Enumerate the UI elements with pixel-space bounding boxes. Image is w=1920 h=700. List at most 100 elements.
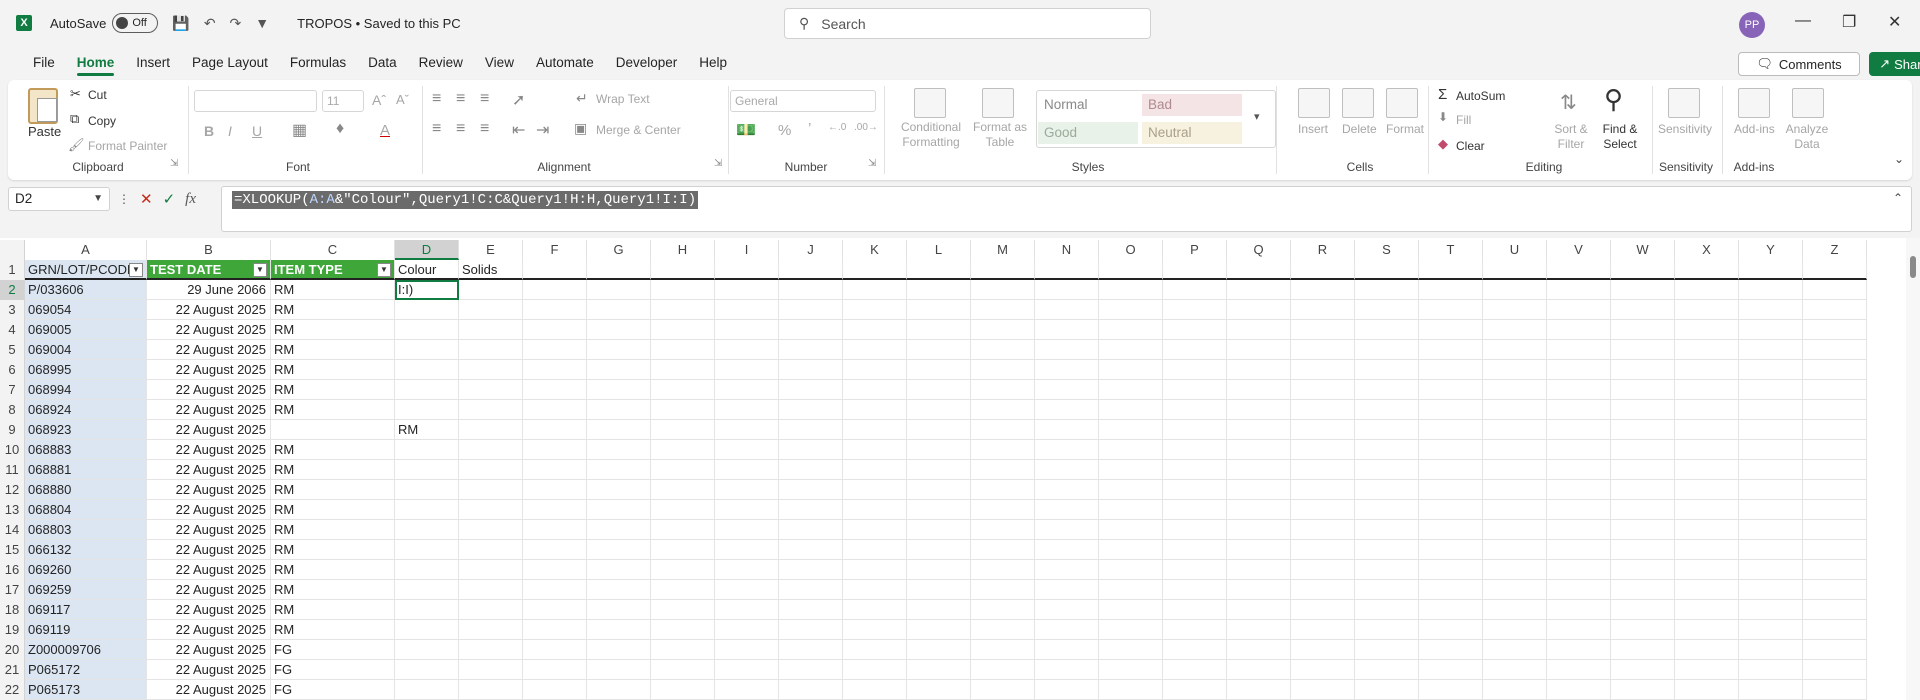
cell-a12[interactable]: 068880	[25, 480, 147, 500]
cell-v22[interactable]	[1547, 680, 1611, 700]
orientation-icon[interactable]: ➚	[512, 90, 525, 110]
cell-w9[interactable]	[1611, 420, 1675, 440]
expand-formula-icon[interactable]: ⌃	[1893, 191, 1903, 205]
cell-a15[interactable]: 066132	[25, 540, 147, 560]
merge-center-icon[interactable]: ▣	[574, 120, 587, 137]
cell-y11[interactable]	[1739, 460, 1803, 480]
cell-j14[interactable]	[779, 520, 843, 540]
cell-f13[interactable]	[523, 500, 587, 520]
cell-f11[interactable]	[523, 460, 587, 480]
cell-a7[interactable]: 068994	[25, 380, 147, 400]
cell-c4[interactable]: RM	[271, 320, 395, 340]
cell-m4[interactable]	[971, 320, 1035, 340]
cell-n5[interactable]	[1035, 340, 1099, 360]
cell-d17[interactable]	[395, 580, 459, 600]
enter-icon[interactable]: ✓	[163, 190, 176, 208]
cell-w17[interactable]	[1611, 580, 1675, 600]
cell-s21[interactable]	[1355, 660, 1419, 680]
cell-v10[interactable]	[1547, 440, 1611, 460]
format-painter-button[interactable]: Format Painter	[88, 139, 167, 153]
row-number[interactable]: 5	[0, 340, 25, 360]
cell-e3[interactable]	[459, 300, 523, 320]
cell-s19[interactable]	[1355, 620, 1419, 640]
cell-e5[interactable]	[459, 340, 523, 360]
column-header-z[interactable]: Z	[1803, 240, 1867, 260]
tab-view[interactable]: View	[474, 48, 525, 78]
number-launcher-icon[interactable]: ⇲	[868, 158, 876, 169]
cell-k22[interactable]	[843, 680, 907, 700]
cell-p15[interactable]	[1163, 540, 1227, 560]
cell-r6[interactable]	[1291, 360, 1355, 380]
cell-e11[interactable]	[459, 460, 523, 480]
cell-v21[interactable]	[1547, 660, 1611, 680]
cell-b1[interactable]: TEST DATE ▼	[147, 260, 271, 280]
cell-r12[interactable]	[1291, 480, 1355, 500]
search-input[interactable]: ⚲ Search	[784, 8, 1151, 39]
cell-u4[interactable]	[1483, 320, 1547, 340]
cell-v15[interactable]	[1547, 540, 1611, 560]
cell-i2[interactable]	[715, 280, 779, 300]
cell-m15[interactable]	[971, 540, 1035, 560]
cell-c8[interactable]: RM	[271, 400, 395, 420]
tab-formulas[interactable]: Formulas	[279, 48, 357, 78]
cell-q3[interactable]	[1227, 300, 1291, 320]
underline-icon[interactable]: U	[252, 123, 262, 139]
cell-n6[interactable]	[1035, 360, 1099, 380]
cell-j1[interactable]	[779, 260, 843, 280]
cell-x19[interactable]	[1675, 620, 1739, 640]
cell-r4[interactable]	[1291, 320, 1355, 340]
clear-button[interactable]: Clear	[1456, 139, 1485, 153]
cell-x9[interactable]	[1675, 420, 1739, 440]
cell-g11[interactable]	[587, 460, 651, 480]
cell-a10[interactable]: 068883	[25, 440, 147, 460]
cell-z15[interactable]	[1803, 540, 1867, 560]
cell-d16[interactable]	[395, 560, 459, 580]
cell-s10[interactable]	[1355, 440, 1419, 460]
cell-w12[interactable]	[1611, 480, 1675, 500]
format-cells-button[interactable]: Format	[1386, 122, 1424, 136]
column-header-b[interactable]: B	[147, 240, 271, 260]
cell-w14[interactable]	[1611, 520, 1675, 540]
cell-x10[interactable]	[1675, 440, 1739, 460]
cell-y18[interactable]	[1739, 600, 1803, 620]
cell-i13[interactable]	[715, 500, 779, 520]
cell-i22[interactable]	[715, 680, 779, 700]
paste-button[interactable]: Paste	[28, 124, 61, 139]
cell-x5[interactable]	[1675, 340, 1739, 360]
cell-m11[interactable]	[971, 460, 1035, 480]
cell-h13[interactable]	[651, 500, 715, 520]
cell-d9[interactable]: RM	[395, 420, 459, 440]
cell-m13[interactable]	[971, 500, 1035, 520]
cell-n10[interactable]	[1035, 440, 1099, 460]
cell-s6[interactable]	[1355, 360, 1419, 380]
bold-icon[interactable]: B	[204, 123, 214, 139]
cell-d22[interactable]	[395, 680, 459, 700]
ribbon-collapse-icon[interactable]: ⌄	[1894, 152, 1904, 166]
cell-l18[interactable]	[907, 600, 971, 620]
cell-e19[interactable]	[459, 620, 523, 640]
column-header-d[interactable]: D	[395, 240, 459, 260]
cell-b11[interactable]: 22 August 2025	[147, 460, 271, 480]
cell-g6[interactable]	[587, 360, 651, 380]
cell-h15[interactable]	[651, 540, 715, 560]
cell-r22[interactable]	[1291, 680, 1355, 700]
cell-o10[interactable]	[1099, 440, 1163, 460]
cell-p18[interactable]	[1163, 600, 1227, 620]
column-header-h[interactable]: H	[651, 240, 715, 260]
cell-j6[interactable]	[779, 360, 843, 380]
cell-f2[interactable]	[523, 280, 587, 300]
cell-i3[interactable]	[715, 300, 779, 320]
cell-u5[interactable]	[1483, 340, 1547, 360]
cell-z19[interactable]	[1803, 620, 1867, 640]
cell-c19[interactable]: RM	[271, 620, 395, 640]
align-left-icon[interactable]: ≡	[432, 120, 441, 138]
cell-h12[interactable]	[651, 480, 715, 500]
filter-dropdown-icon[interactable]: ▼	[377, 263, 391, 277]
cell-u20[interactable]	[1483, 640, 1547, 660]
cell-z9[interactable]	[1803, 420, 1867, 440]
cell-h8[interactable]	[651, 400, 715, 420]
cell-l22[interactable]	[907, 680, 971, 700]
format-as-table-icon[interactable]	[982, 88, 1014, 118]
cell-e13[interactable]	[459, 500, 523, 520]
cell-r11[interactable]	[1291, 460, 1355, 480]
